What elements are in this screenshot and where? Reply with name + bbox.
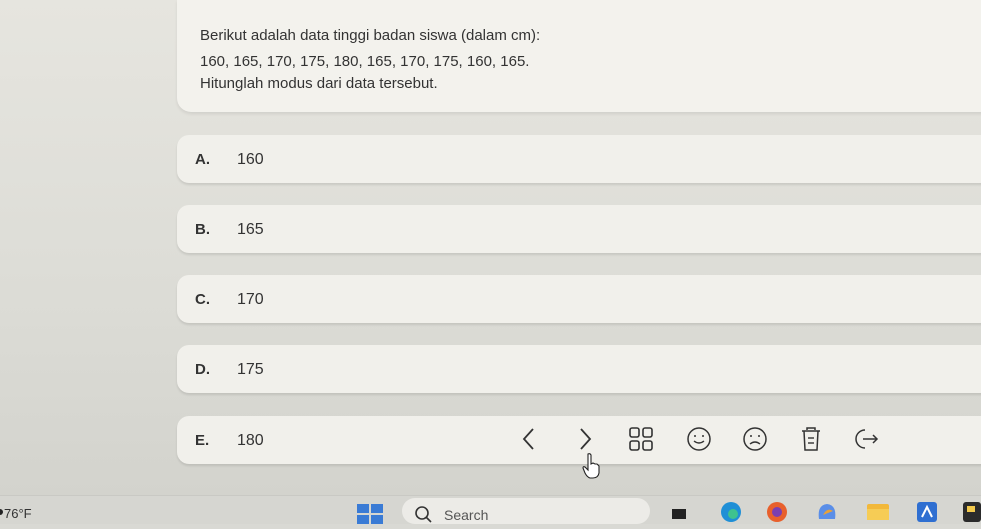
- question-line-1: Berikut adalah data tinggi badan siswa (…: [200, 27, 541, 44]
- notes-app-icon[interactable]: [670, 501, 688, 524]
- file-explorer-icon[interactable]: [866, 501, 890, 526]
- weather-temperature[interactable]: 76°F: [4, 506, 32, 521]
- option-letter: C.: [195, 291, 210, 308]
- option-d[interactable]: D. 175: [177, 345, 981, 393]
- question-data-line: 160, 165, 170, 175, 180, 165, 170, 175, …: [200, 53, 530, 70]
- option-a[interactable]: A. 160: [177, 135, 981, 183]
- chevron-right-icon[interactable]: [570, 424, 600, 454]
- option-letter: D.: [195, 361, 210, 378]
- question-prompt: Hitunglah modus dari data tersebut.: [200, 75, 438, 92]
- weather-icon: [0, 509, 3, 515]
- option-b[interactable]: B. 165: [177, 205, 981, 253]
- hand-cursor-icon: [582, 452, 602, 485]
- option-letter: B.: [195, 221, 210, 238]
- question-card: Berikut adalah data tinggi badan siswa (…: [177, 0, 981, 112]
- option-text: 160: [237, 151, 264, 168]
- floating-toolbar: [498, 414, 908, 464]
- taskbar: 76°F Search: [0, 495, 981, 524]
- quiz-screen: Berikut adalah data tinggi badan siswa (…: [0, 0, 981, 495]
- option-text: 175: [237, 361, 264, 378]
- smile-icon[interactable]: [684, 424, 714, 454]
- option-text: 180: [237, 432, 264, 449]
- search-icon: [415, 506, 432, 523]
- chevron-left-icon[interactable]: [514, 424, 544, 454]
- option-letter: E.: [195, 432, 210, 449]
- windows-start-icon[interactable]: [357, 504, 383, 529]
- trash-icon[interactable]: [796, 424, 826, 454]
- option-letter: A.: [195, 151, 210, 168]
- option-c[interactable]: C. 170: [177, 275, 981, 323]
- search-label: Search: [444, 507, 489, 523]
- taskbar-search-box[interactable]: Search: [402, 498, 650, 524]
- option-text: 165: [237, 221, 264, 238]
- exit-icon[interactable]: [852, 424, 882, 454]
- firefox-browser-icon[interactable]: [766, 501, 788, 528]
- app-icon-dark[interactable]: [962, 501, 981, 528]
- grid-icon[interactable]: [626, 424, 656, 454]
- edge-browser-icon[interactable]: [720, 501, 742, 528]
- app-icon-blue[interactable]: [916, 501, 938, 528]
- copilot-icon[interactable]: [815, 501, 839, 528]
- frown-icon[interactable]: [740, 424, 770, 454]
- option-text: 170: [237, 291, 264, 308]
